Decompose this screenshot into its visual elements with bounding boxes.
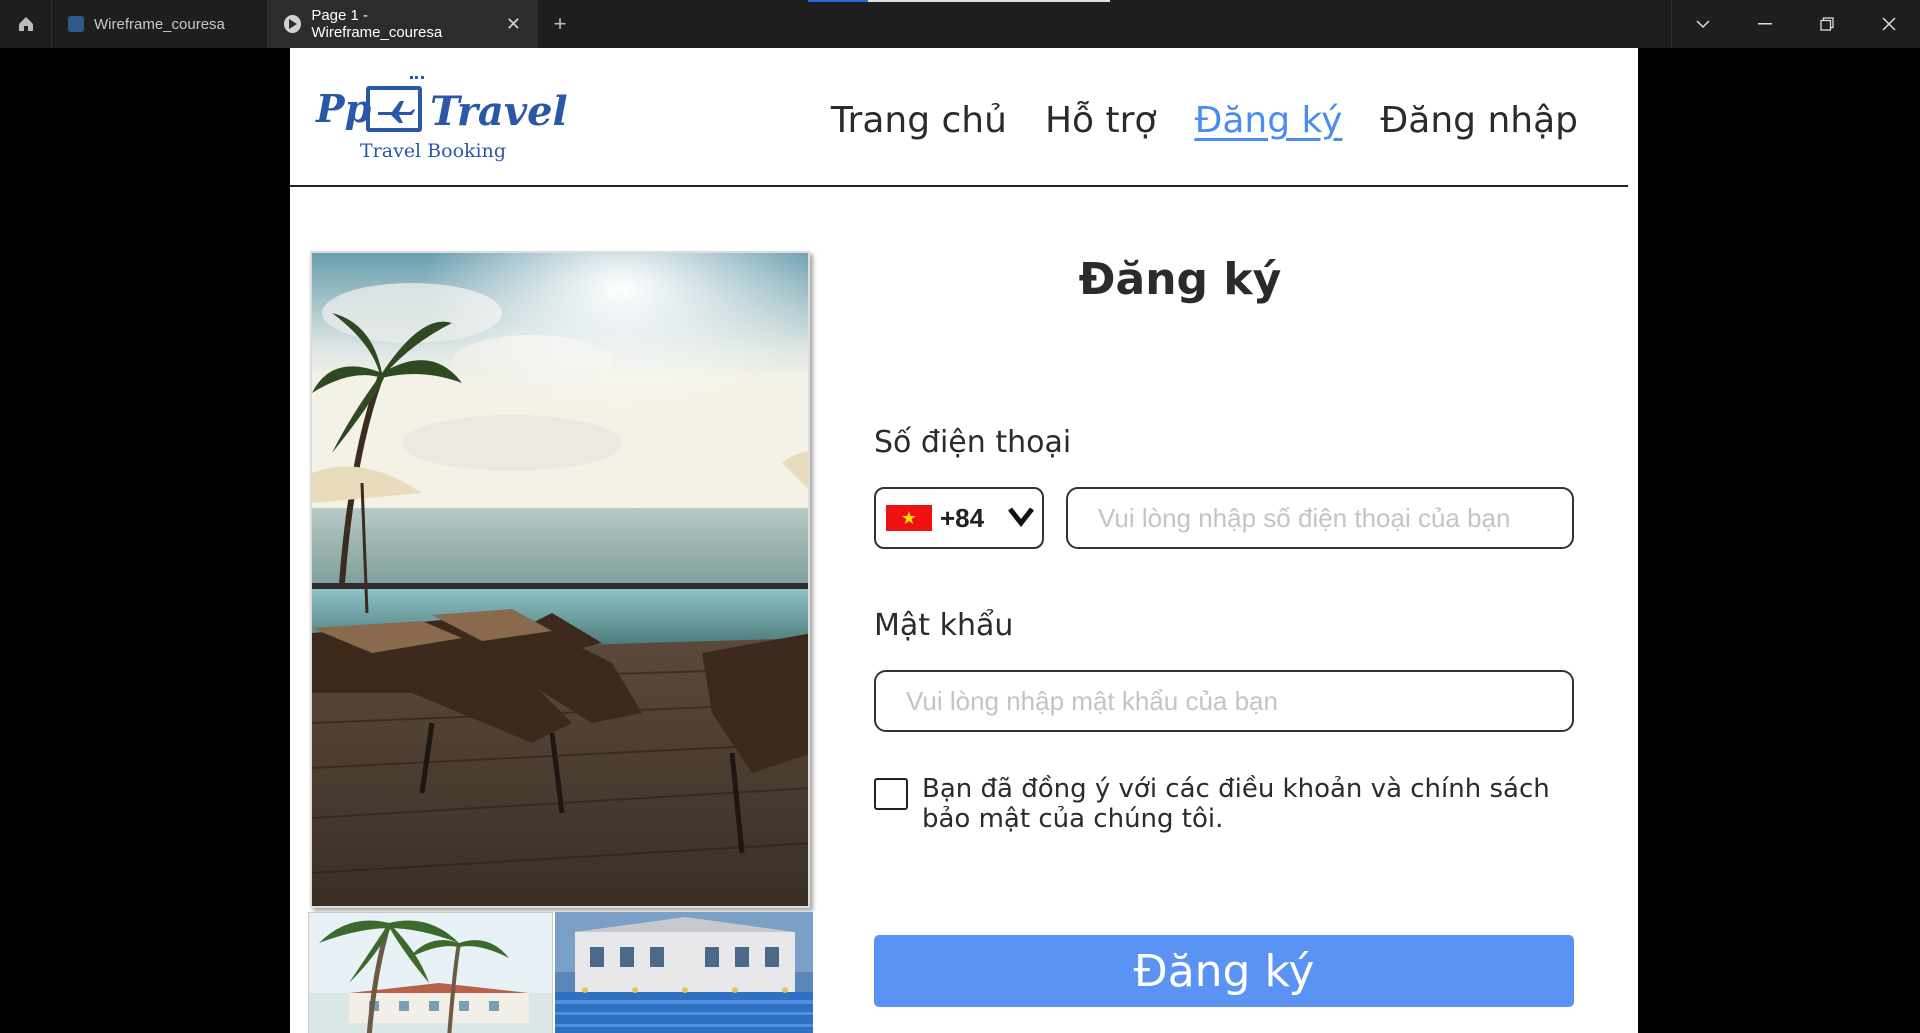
beach-deck-photo — [310, 251, 810, 908]
nav-support[interactable]: Hỗ trợ — [1045, 100, 1156, 141]
header-divider — [290, 185, 1628, 187]
country-code-value: +84 — [940, 502, 985, 533]
password-label: Mật khẩu — [874, 608, 1014, 643]
figma-file-icon — [68, 16, 84, 32]
restore-button[interactable] — [1796, 0, 1858, 48]
chevron-down-icon — [1008, 507, 1034, 527]
tab-wireframe[interactable]: Wireframe_couresa — [52, 0, 268, 48]
page-title: Đăng ký — [1078, 254, 1282, 305]
resort-pool-photo — [555, 912, 813, 1033]
nav-home[interactable]: Trang chủ — [831, 100, 1007, 141]
logo-screen-antenna — [410, 76, 424, 84]
restore-icon — [1820, 17, 1834, 31]
phone-input[interactable] — [1066, 487, 1574, 549]
prototype-frame: Pp Travel Travel Booking Trang chủ Hỗ tr… — [290, 48, 1638, 1033]
site-logo[interactable]: Pp Travel Travel Booking — [316, 76, 568, 172]
tab-label: Page 1 - Wireframe_couresa — [311, 7, 443, 41]
nav-login[interactable]: Đăng nhập — [1380, 100, 1578, 141]
terms-text: Bạn đã đồng ý với các điều khoản và chín… — [922, 774, 1550, 834]
minimize-button[interactable] — [1734, 0, 1796, 48]
home-icon — [18, 17, 33, 31]
play-icon — [284, 15, 302, 33]
new-tab-button[interactable]: + — [538, 0, 582, 48]
vietnam-flag-icon: ★ — [886, 505, 932, 531]
close-icon — [1882, 17, 1896, 31]
password-input[interactable] — [874, 670, 1574, 732]
chevron-down-button[interactable] — [1672, 0, 1734, 48]
chevron-down-icon — [1696, 20, 1710, 29]
tab-page-1[interactable]: Page 1 - Wireframe_couresa ✕ — [268, 0, 538, 48]
home-button[interactable] — [0, 0, 52, 48]
close-window-button[interactable] — [1858, 0, 1920, 48]
register-button[interactable]: Đăng ký — [874, 935, 1574, 1007]
site-header: Pp Travel Travel Booking Trang chủ Hỗ tr… — [290, 48, 1638, 186]
nav-register[interactable]: Đăng ký — [1194, 100, 1342, 141]
window-titlebar: Wireframe_couresa Page 1 - Wireframe_cou… — [0, 0, 1920, 48]
logo-tagline: Travel Booking — [360, 140, 507, 162]
terms-checkbox[interactable] — [874, 778, 908, 810]
country-code-select[interactable]: ★ +84 — [874, 487, 1044, 549]
main-nav: Trang chủ Hỗ trợ Đăng ký Đăng nhập — [831, 100, 1578, 141]
airplane-icon — [378, 101, 415, 123]
tab-label: Wireframe_couresa — [94, 15, 225, 33]
progress-indicator-accent — [808, 0, 868, 2]
logo-text-left: Pp — [316, 86, 372, 131]
logo-text-right: Travel — [430, 88, 568, 135]
phone-label: Số điện thoại — [874, 425, 1072, 460]
close-tab-icon[interactable]: ✕ — [506, 14, 521, 35]
minimize-icon — [1758, 23, 1772, 25]
resort-palm-photo — [308, 912, 553, 1033]
logo-screen-icon — [366, 86, 422, 132]
